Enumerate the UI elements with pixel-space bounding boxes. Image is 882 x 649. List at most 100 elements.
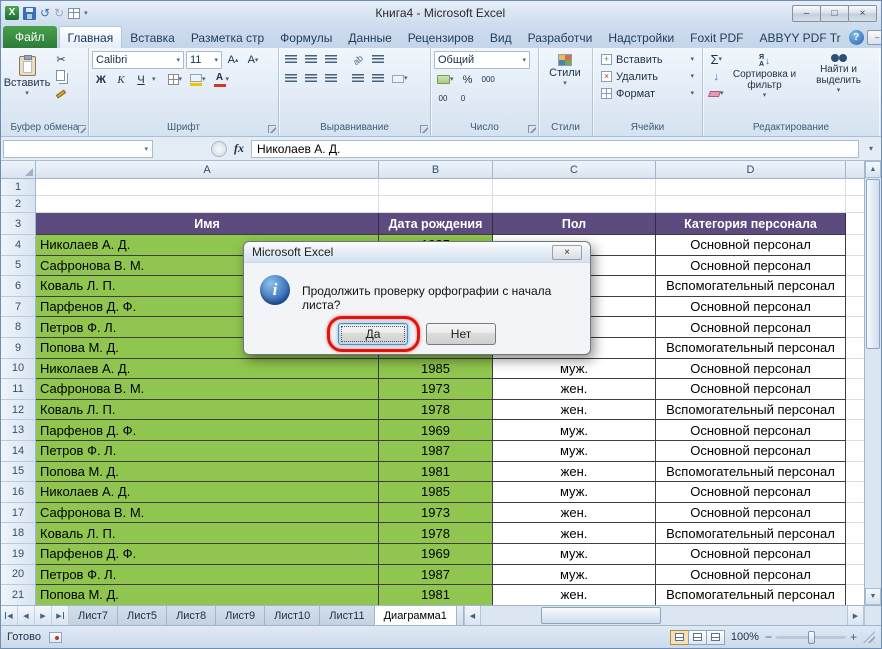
cell[interactable] (379, 179, 493, 196)
fx-icon[interactable]: fx (231, 141, 247, 156)
cell-name[interactable]: Петров Ф. Л. (36, 565, 379, 586)
fill-color-button[interactable]: ▾ (187, 71, 209, 88)
cell-gender[interactable]: муж. (493, 565, 656, 586)
zoom-out-icon[interactable]: − (765, 630, 772, 644)
bold-button[interactable]: Ж (92, 71, 110, 88)
align-center-button[interactable] (302, 70, 320, 87)
column-header-B[interactable]: B (379, 161, 493, 179)
cell-name[interactable]: Сафронова В. М. (36, 379, 379, 400)
borders-button[interactable]: ▾ (165, 71, 186, 88)
minimize-button[interactable]: – (792, 5, 821, 22)
scroll-right-icon[interactable]: ▶ (847, 606, 864, 625)
find-select-button[interactable]: Найти и выделить ▾ (803, 51, 875, 97)
cell-name[interactable]: Попова М. Д. (36, 462, 379, 483)
row-header-21[interactable]: 21 (1, 585, 36, 605)
cell-gender[interactable]: муж. (493, 544, 656, 565)
zoom-in-icon[interactable]: + (850, 630, 857, 644)
cell-name[interactable]: Парфенов Д. Ф. (36, 544, 379, 565)
fill-button[interactable]: ↓ (706, 68, 727, 85)
cell-category[interactable]: Основной персонал (656, 420, 846, 441)
cell-gender[interactable]: жен. (493, 400, 656, 421)
save-icon[interactable] (23, 7, 36, 20)
row-header-4[interactable]: 4 (1, 235, 36, 256)
formula-input[interactable]: Николаев А. Д. (251, 140, 859, 158)
tab-Данные[interactable]: Данные (340, 27, 399, 48)
redo-icon[interactable]: ↻ (54, 7, 64, 19)
row-header-9[interactable]: 9 (1, 338, 36, 359)
cell[interactable] (379, 196, 493, 213)
cell-category[interactable]: Основной персонал (656, 482, 846, 503)
cell-category[interactable]: Основной персонал (656, 544, 846, 565)
cell-birth-year[interactable]: 1981 (379, 585, 493, 605)
tab-split-handle[interactable] (457, 606, 464, 625)
format-cells-button[interactable]: Формат ▾ (596, 85, 699, 102)
no-button[interactable]: Нет (426, 323, 496, 345)
cell-category[interactable]: Основной персонал (656, 235, 846, 256)
tab-ABBYY PDF Tr[interactable]: ABBYY PDF Tr (752, 27, 849, 48)
cell-gender[interactable]: муж. (493, 359, 656, 380)
tab-Главная[interactable]: Главная (59, 26, 123, 48)
cell[interactable] (493, 179, 656, 196)
dialog-launcher-icon[interactable] (420, 125, 428, 133)
accounting-format-button[interactable]: ▾ (434, 71, 457, 88)
cell-gender[interactable]: жен. (493, 379, 656, 400)
close-button[interactable]: × (848, 5, 877, 22)
cell-category[interactable]: Основной персонал (656, 379, 846, 400)
cell-category[interactable]: Вспомогательный персонал (656, 400, 846, 421)
align-middle-button[interactable] (302, 51, 320, 68)
tab-Разработчи[interactable]: Разработчи (520, 27, 601, 48)
qat-customize-icon[interactable]: ▾ (84, 9, 88, 17)
workbook-minimize-button[interactable]: – (867, 30, 882, 45)
cell-category[interactable]: Основной персонал (656, 503, 846, 524)
row-header-13[interactable]: 13 (1, 420, 36, 441)
zoom-slider[interactable]: − + (765, 630, 857, 644)
row-header-6[interactable]: 6 (1, 276, 36, 297)
cell[interactable] (36, 179, 379, 196)
copy-button[interactable] (52, 68, 70, 85)
align-top-button[interactable] (282, 51, 300, 68)
sheet-tab-Лист7[interactable]: Лист7 (69, 606, 118, 625)
table-header-cell[interactable]: Дата рождения (379, 213, 493, 235)
scroll-down-icon[interactable]: ▼ (865, 588, 881, 605)
row-header-20[interactable]: 20 (1, 565, 36, 586)
cell-birth-year[interactable]: 1969 (379, 420, 493, 441)
cell[interactable] (493, 196, 656, 213)
cell-name[interactable]: Парфенов Д. Ф. (36, 420, 379, 441)
resize-grip[interactable] (863, 631, 875, 643)
row-header-18[interactable]: 18 (1, 523, 36, 544)
font-name-combo[interactable]: Calibri ▾ (92, 51, 184, 69)
font-size-combo[interactable]: 11 ▾ (186, 51, 222, 69)
number-format-combo[interactable]: Общий ▾ (434, 51, 530, 69)
cell-birth-year[interactable]: 1973 (379, 379, 493, 400)
cell-category[interactable]: Основной персонал (656, 317, 846, 338)
cell-category[interactable]: Основной персонал (656, 441, 846, 462)
cell-gender[interactable]: жен. (493, 503, 656, 524)
vertical-scrollbar-thumb[interactable] (866, 179, 880, 349)
undo-icon[interactable]: ↺ (40, 7, 50, 19)
cell-category[interactable]: Вспомогательный персонал (656, 276, 846, 297)
cell-name[interactable]: Коваль Л. П. (36, 400, 379, 421)
next-sheet-button[interactable]: ▶ (35, 606, 52, 625)
tab-Файл[interactable]: Файл (3, 26, 57, 48)
tab-Foxit PDF[interactable]: Foxit PDF (682, 27, 751, 48)
cell-name[interactable]: Попова М. Д. (36, 585, 379, 605)
align-right-button[interactable] (322, 70, 340, 87)
cell-category[interactable]: Основной персонал (656, 297, 846, 318)
cell-gender[interactable]: жен. (493, 523, 656, 544)
row-header-16[interactable]: 16 (1, 482, 36, 503)
normal-view-button[interactable] (670, 630, 689, 645)
cell-name[interactable]: Петров Ф. Л. (36, 441, 379, 462)
cell-birth-year[interactable]: 1969 (379, 544, 493, 565)
cell-name[interactable]: Сафронова В. М. (36, 503, 379, 524)
styles-button[interactable]: Стили ▾ (542, 51, 588, 90)
row-header-8[interactable]: 8 (1, 317, 36, 338)
insert-function-button[interactable] (211, 141, 227, 157)
table-header-cell[interactable]: Пол (493, 213, 656, 235)
tab-Рецензиров[interactable]: Рецензиров (400, 27, 482, 48)
previous-sheet-button[interactable]: ◀ (18, 606, 35, 625)
first-sheet-button[interactable]: ◀ (1, 606, 18, 625)
sheet-tab-Лист9[interactable]: Лист9 (216, 606, 265, 625)
grow-font-button[interactable]: A▴ (224, 52, 242, 69)
font-color-button[interactable]: А ▾ (211, 71, 233, 88)
formula-bar-expand-icon[interactable]: ▾ (863, 144, 879, 153)
